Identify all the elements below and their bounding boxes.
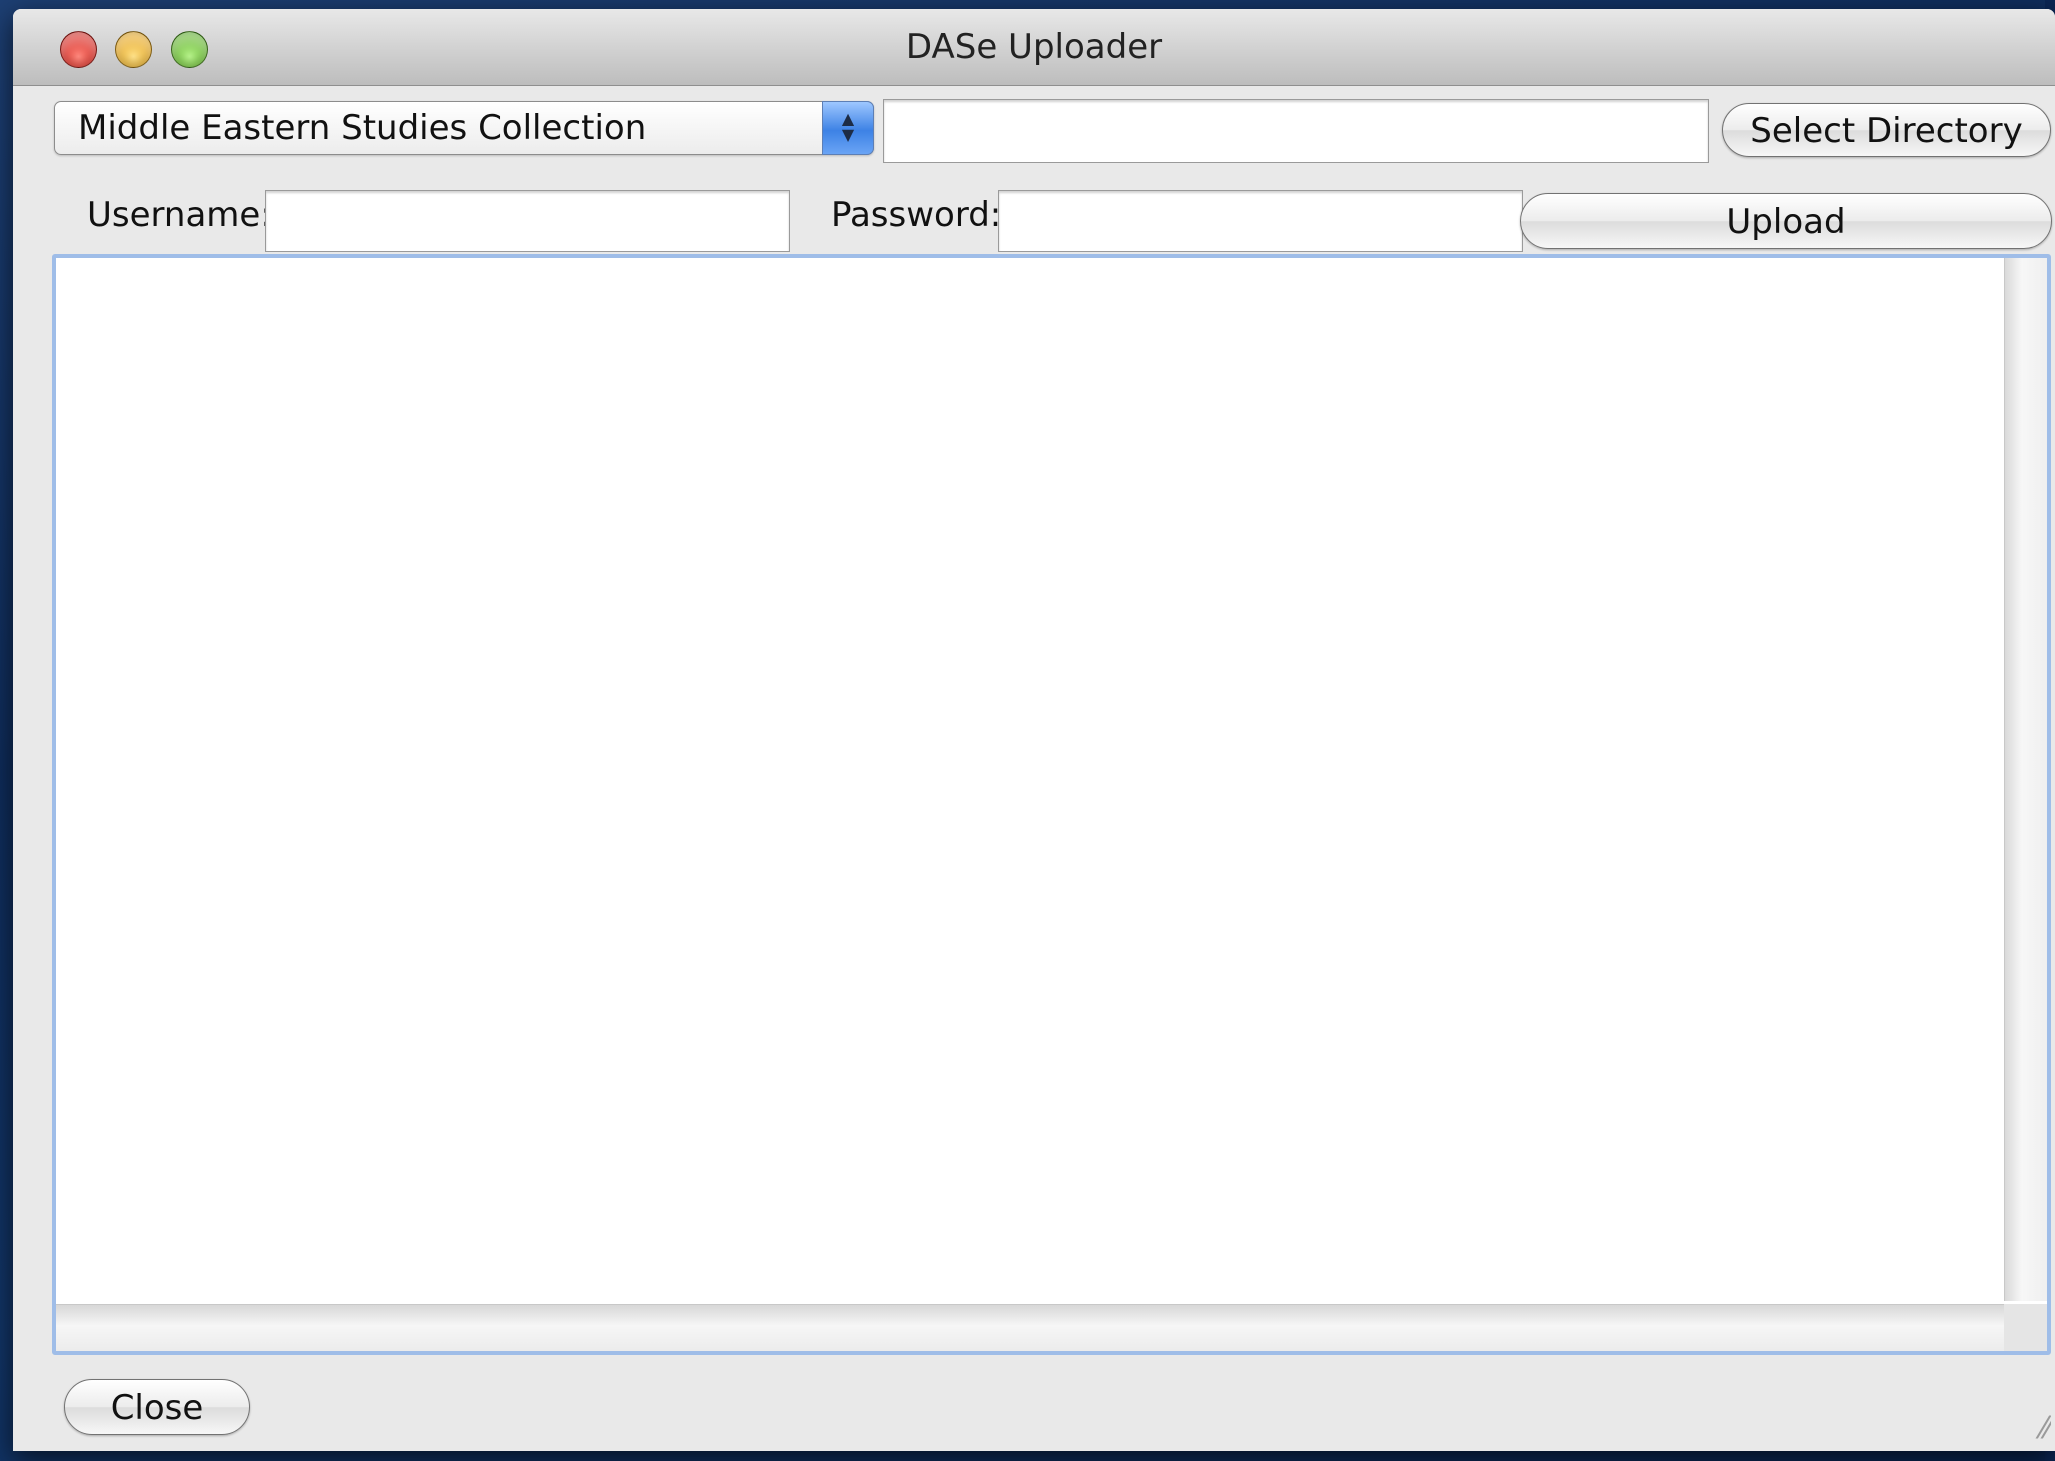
app-window: DASe Uploader Middle Eastern Studies Col… bbox=[13, 9, 2055, 1451]
vertical-scrollbar[interactable] bbox=[2004, 258, 2047, 1301]
log-output-area[interactable] bbox=[52, 254, 2051, 1355]
window-titlebar[interactable]: DASe Uploader bbox=[13, 9, 2055, 86]
collection-select[interactable]: Middle Eastern Studies Collection ▲ ▼ bbox=[54, 101, 874, 155]
username-input[interactable] bbox=[265, 190, 790, 252]
directory-path-input[interactable] bbox=[883, 99, 1709, 163]
collection-select-value: Middle Eastern Studies Collection bbox=[78, 108, 647, 148]
select-stepper-icon[interactable]: ▲ ▼ bbox=[822, 101, 874, 155]
password-label: Password: bbox=[831, 195, 1002, 235]
upload-button[interactable]: Upload bbox=[1520, 193, 2052, 249]
username-label: Username: bbox=[87, 195, 272, 235]
resize-grip-icon[interactable]: ⁄⁄ bbox=[2015, 1411, 2051, 1447]
log-output-text[interactable] bbox=[56, 258, 2006, 1301]
close-button[interactable]: Close bbox=[64, 1379, 250, 1435]
scrollbar-corner bbox=[2004, 1304, 2047, 1351]
window-title: DASe Uploader bbox=[905, 27, 1163, 67]
password-input[interactable] bbox=[998, 190, 1523, 252]
credentials-row: Username: Password: Upload bbox=[13, 171, 2055, 259]
horizontal-scrollbar[interactable] bbox=[56, 1304, 2006, 1351]
select-directory-button[interactable]: Select Directory bbox=[1722, 103, 2051, 157]
collection-row: Middle Eastern Studies Collection ▲ ▼ Sel… bbox=[13, 85, 2055, 171]
